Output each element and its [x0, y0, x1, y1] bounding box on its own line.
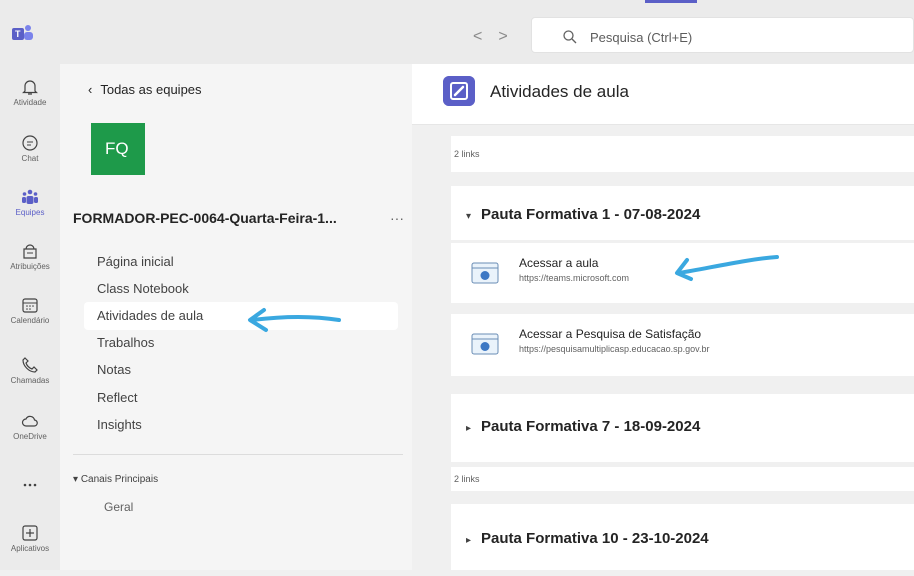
link-url: https://pesquisamultiplicasp.educacao.sp… — [519, 344, 710, 354]
link-item[interactable]: Acessar a aula https://teams.microsoft.c… — [451, 243, 914, 303]
back-arrow-button[interactable]: < — [473, 28, 498, 45]
team-more-options-button[interactable]: ··· — [390, 210, 404, 226]
section-header-3[interactable]: ▸ Pauta Formativa 10 - 23-10-2024 — [451, 504, 914, 570]
search-icon — [563, 30, 577, 44]
chevron-right-icon: ▸ — [466, 535, 472, 546]
team-panel: ‹ Todas as equipes FQ FORMADOR-PEC-0064-Q… — [60, 64, 412, 570]
link-item[interactable]: Acessar a Pesquisa de Satisfação https:/… — [451, 314, 914, 376]
chevron-right-icon: ▸ — [466, 423, 472, 434]
rail-calendar[interactable]: Calendário — [0, 296, 60, 348]
links-summary-card: 2 links — [451, 136, 914, 172]
annotation-arrow — [248, 308, 341, 332]
assignments-icon — [23, 244, 37, 259]
website-link-icon — [471, 262, 499, 284]
links-count: 2 links — [454, 474, 480, 484]
divider — [73, 454, 403, 455]
chevron-down-icon: ▾ — [466, 211, 472, 222]
website-link-icon — [471, 333, 499, 355]
history-navigation: <> — [473, 28, 524, 46]
rail-apps[interactable]: Aplicativos — [0, 524, 60, 576]
title-bar: T <> — [0, 0, 914, 64]
rail-activity[interactable]: Atividade — [0, 78, 60, 130]
channel-geral[interactable]: Geral — [104, 500, 133, 514]
class-activities-app-icon — [443, 76, 475, 106]
channels-section-toggle[interactable]: ▾ Canais Principais — [73, 474, 158, 485]
cloud-icon — [21, 415, 38, 427]
svg-text:T: T — [15, 29, 21, 39]
active-indicator — [645, 0, 697, 3]
all-teams-link[interactable]: ‹ Todas as equipes — [88, 82, 202, 97]
nav-item-atividades-de-aula[interactable]: Atividades de aula — [97, 308, 203, 323]
chat-icon — [22, 135, 38, 151]
tab-header: Atividades de aula — [412, 64, 914, 125]
links-summary-card: 2 links — [451, 467, 914, 491]
rail-teams[interactable]: Equipes — [0, 188, 60, 240]
phone-icon — [22, 357, 38, 373]
rail-assignments[interactable]: Atribuições — [0, 242, 60, 294]
team-avatar: FQ — [91, 123, 145, 175]
nav-item-reflect[interactable]: Reflect — [97, 390, 137, 405]
links-count: 2 links — [454, 149, 480, 159]
nav-item-pagina-inicial[interactable]: Página inicial — [97, 254, 174, 269]
link-title: Acessar a Pesquisa de Satisfação — [519, 327, 702, 341]
nav-item-class-notebook[interactable]: Class Notebook — [97, 281, 189, 296]
more-icon — [23, 483, 37, 487]
rail-more[interactable] — [0, 476, 60, 528]
teams-icon — [22, 189, 38, 204]
chevron-left-icon: ‹ — [88, 82, 93, 97]
rail-chat[interactable]: Chat — [0, 134, 60, 186]
team-name[interactable]: FORMADOR-PEC-0064-Quarta-Feira-1... — [73, 210, 337, 226]
add-apps-icon — [22, 525, 38, 541]
section-header-2[interactable]: ▸ Pauta Formativa 7 - 18-09-2024 — [451, 394, 914, 462]
app-rail: Atividade Chat Equipes Atribuições Calen… — [0, 64, 60, 570]
bell-icon — [22, 80, 38, 95]
section-header-1[interactable]: ▾ Pauta Formativa 1 - 07-08-2024 — [451, 186, 914, 240]
search-box[interactable] — [531, 17, 914, 53]
rail-onedrive[interactable]: OneDrive — [0, 412, 60, 464]
link-title: Acessar a aula — [519, 256, 599, 270]
page-title: Atividades de aula — [490, 82, 629, 101]
calendar-icon — [22, 298, 38, 313]
nav-item-trabalhos[interactable]: Trabalhos — [97, 335, 154, 350]
link-url: https://teams.microsoft.com — [519, 273, 630, 283]
annotation-arrow — [675, 255, 779, 281]
rail-calls[interactable]: Chamadas — [0, 356, 60, 408]
teams-logo-icon: T — [12, 25, 33, 40]
nav-item-insights[interactable]: Insights — [97, 417, 142, 432]
nav-item-notas[interactable]: Notas — [97, 362, 131, 377]
main-content: Atividades de aula 2 links ▾ Pauta Format… — [412, 64, 914, 570]
forward-arrow-button[interactable]: > — [498, 28, 523, 45]
search-input[interactable] — [588, 25, 892, 49]
